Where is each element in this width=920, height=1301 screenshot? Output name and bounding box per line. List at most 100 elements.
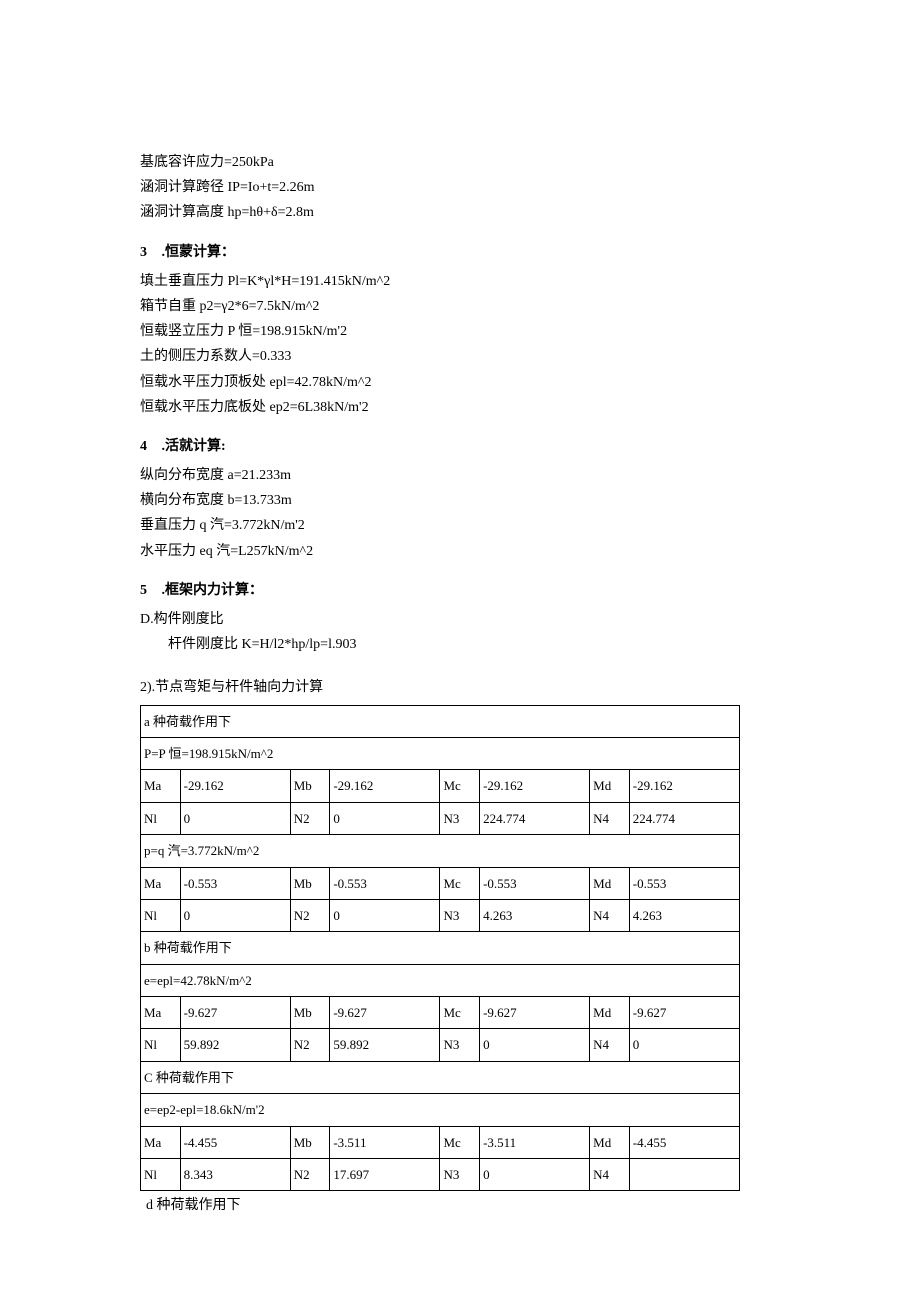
row-c-nl: Nl 8.343 N2 17.697 N3 0 N4	[141, 1159, 740, 1191]
cell: N4	[590, 802, 630, 834]
cell: 0	[180, 802, 290, 834]
cell: Nl	[141, 802, 181, 834]
section-5-d: D.构件刚度比	[140, 607, 780, 632]
cell: Ma	[141, 1126, 181, 1158]
cell: -0.553	[330, 867, 440, 899]
calc-line: 恒载水平压力顶板处 epl=42.78kN/m^2	[140, 370, 780, 395]
cell: -29.162	[330, 770, 440, 802]
cell: -9.627	[330, 997, 440, 1029]
pre-line: 涵洞计算高度 hp=hθ+δ=2.8m	[140, 200, 780, 225]
calc-line: 恒载竖立压力 P 恒=198.915kN/m'2	[140, 319, 780, 344]
cell: Mb	[290, 770, 330, 802]
b-e: e=epl=42.78kN/m^2	[141, 964, 740, 996]
cell: Nl	[141, 1159, 181, 1191]
calc-line: 箱节自重 p2=γ2*6=7.5kN/m^2	[140, 294, 780, 319]
cell: Ma	[141, 997, 181, 1029]
row-a-pq: p=q 汽=3.772kN/m^2	[141, 835, 740, 867]
row-b-nl: Nl 59.892 N2 59.892 N3 0 N4 0	[141, 1029, 740, 1061]
cell: -0.553	[629, 867, 739, 899]
cell: 59.892	[180, 1029, 290, 1061]
cell: 0	[330, 899, 440, 931]
cell: Ma	[141, 867, 181, 899]
cell: Md	[590, 770, 630, 802]
calc-line: 填土垂直压力 Pl=K*γl*H=191.415kN/m^2	[140, 269, 780, 294]
row-c-e: e=ep2-epl=18.6kN/m'2	[141, 1094, 740, 1126]
cell: N4	[590, 1159, 630, 1191]
cell: Mc	[440, 867, 480, 899]
cell: Mc	[440, 770, 480, 802]
c-e: e=ep2-epl=18.6kN/m'2	[141, 1094, 740, 1126]
cell: 224.774	[629, 802, 739, 834]
cell: -0.553	[480, 867, 590, 899]
cell: Mc	[440, 1126, 480, 1158]
cell: Ma	[141, 770, 181, 802]
cell: Mb	[290, 867, 330, 899]
cell: Mc	[440, 997, 480, 1029]
cell: Md	[590, 867, 630, 899]
calc-line: 横向分布宽度 b=13.733m	[140, 488, 780, 513]
section-title: .恒蒙计算：	[162, 245, 236, 260]
a-title: a 种荷载作用下	[141, 705, 740, 737]
cell: 0	[330, 802, 440, 834]
cell: Nl	[141, 899, 181, 931]
calc-line: 土的侧压力系数人=0.333	[140, 344, 780, 369]
section-4-heading: 4 .活就计算:	[140, 434, 780, 459]
cell: -29.162	[629, 770, 739, 802]
a-pq: p=q 汽=3.772kN/m^2	[141, 835, 740, 867]
cell: N3	[440, 899, 480, 931]
cell: -9.627	[180, 997, 290, 1029]
cell: N2	[290, 899, 330, 931]
cell: 0	[480, 1029, 590, 1061]
cell: 0	[180, 899, 290, 931]
cell: 0	[629, 1029, 739, 1061]
cell: Mb	[290, 1126, 330, 1158]
calc-line: 纵向分布宽度 a=21.233m	[140, 463, 780, 488]
cell: -3.511	[330, 1126, 440, 1158]
section-3-heading: 3 .恒蒙计算：	[140, 240, 780, 265]
cell: 17.697	[330, 1159, 440, 1191]
cell: N4	[590, 1029, 630, 1061]
row-a-title: a 种荷载作用下	[141, 705, 740, 737]
row-b-ma: Ma -9.627 Mb -9.627 Mc -9.627 Md -9.627	[141, 997, 740, 1029]
section-5-heading: 5 .框架内力计算：	[140, 578, 780, 603]
cell: N2	[290, 1159, 330, 1191]
d-load-line: d 种荷载作用下	[140, 1193, 780, 1218]
c-title: C 种荷载作用下	[141, 1061, 740, 1093]
row-c-ma: Ma -4.455 Mb -3.511 Mc -3.511 Md -4.455	[141, 1126, 740, 1158]
cell: N2	[290, 1029, 330, 1061]
cell: N3	[440, 802, 480, 834]
cell: -3.511	[480, 1126, 590, 1158]
cell: Nl	[141, 1029, 181, 1061]
cell: 4.263	[480, 899, 590, 931]
cell: N4	[590, 899, 630, 931]
row-c-title: C 种荷载作用下	[141, 1061, 740, 1093]
cell: Md	[590, 1126, 630, 1158]
cell: -29.162	[180, 770, 290, 802]
row-a-ma: Ma -29.162 Mb -29.162 Mc -29.162 Md -29.…	[141, 770, 740, 802]
section-4-body: 纵向分布宽度 a=21.233m 横向分布宽度 b=13.733m 垂直压力 q…	[140, 463, 780, 564]
cell: N3	[440, 1029, 480, 1061]
cell: -4.455	[629, 1126, 739, 1158]
cell: -0.553	[180, 867, 290, 899]
cell: 0	[480, 1159, 590, 1191]
row-a-nl2: Nl 0 N2 0 N3 4.263 N4 4.263	[141, 899, 740, 931]
cell: -9.627	[629, 997, 739, 1029]
cell: Md	[590, 997, 630, 1029]
calc-line: 垂直压力 q 汽=3.772kN/m'2	[140, 513, 780, 538]
moment-axial-table: a 种荷载作用下 P=P 恒=198.915kN/m^2 Ma -29.162 …	[140, 705, 740, 1192]
cell: 224.774	[480, 802, 590, 834]
section-title: .框架内力计算：	[162, 583, 264, 598]
section-number: 4	[140, 434, 158, 459]
row-b-title: b 种荷载作用下	[141, 932, 740, 964]
section-5-2: 2).节点弯矩与杆件轴向力计算	[140, 675, 780, 700]
section-number: 3	[140, 240, 158, 265]
row-a-p: P=P 恒=198.915kN/m^2	[141, 737, 740, 769]
cell: N2	[290, 802, 330, 834]
row-a-nl: Nl 0 N2 0 N3 224.774 N4 224.774	[141, 802, 740, 834]
cell: 59.892	[330, 1029, 440, 1061]
cell: -29.162	[480, 770, 590, 802]
b-title: b 种荷载作用下	[141, 932, 740, 964]
section-3-body: 填土垂直压力 Pl=K*γl*H=191.415kN/m^2 箱节自重 p2=γ…	[140, 269, 780, 420]
a-p: P=P 恒=198.915kN/m^2	[141, 737, 740, 769]
row-b-e: e=epl=42.78kN/m^2	[141, 964, 740, 996]
